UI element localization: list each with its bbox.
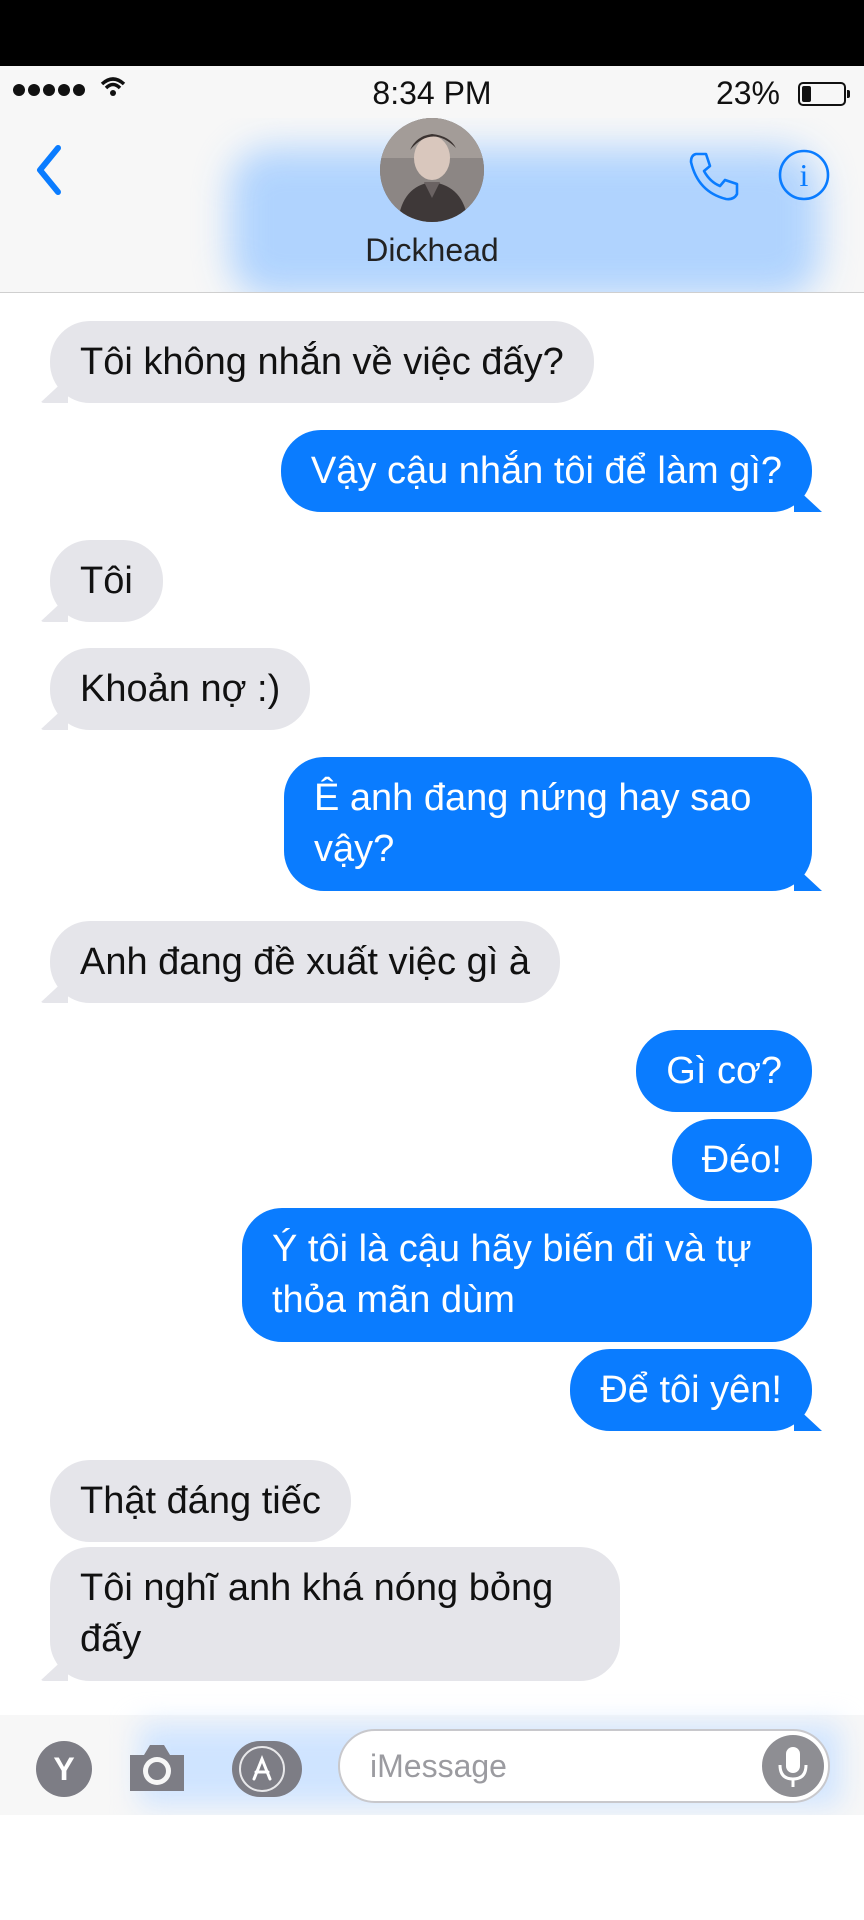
message-list[interactable]: Tôi không nhắn về việc đấy? Vậy cậu nhắn… [0, 293, 864, 1715]
message-line: đấy [80, 1618, 142, 1660]
message-bubble-sent[interactable]: Để tôi yên! [570, 1349, 812, 1431]
message-bubble-received[interactable]: Tôi nghĩ anh khá nóng bỏng đấy [50, 1547, 620, 1681]
message-bubble-received[interactable]: Anh đang đề xuất việc gì à [50, 921, 560, 1003]
message-input-placeholder: iMessage [370, 1748, 507, 1784]
status-bar: 8:34 PM 23% [0, 66, 864, 118]
bubble-tail [794, 865, 822, 891]
message-bubble-sent[interactable]: Ê anh đang nứng hay sao vậy? [284, 757, 812, 891]
message-bubble-sent[interactable]: Gì cơ? [636, 1030, 812, 1112]
message-bubble-sent[interactable]: Đéo! [671, 1119, 812, 1201]
message-bubble-received[interactable]: Tôi không nhắn về việc đấy? [50, 321, 594, 403]
avatar[interactable] [380, 118, 484, 222]
message-bubble-sent[interactable]: Vậy cậu nhắn tôi để làm gì? [280, 430, 812, 512]
bottom-area [0, 1815, 864, 1920]
conversation-header: Dickhead i [0, 118, 864, 293]
message-line: Ê anh đang nứng hay sao [314, 777, 752, 819]
message-bubble-received[interactable]: Thật đáng tiếc [50, 1460, 351, 1542]
svg-text:i: i [800, 157, 809, 193]
contact-name[interactable]: Dickhead [0, 232, 864, 269]
phone-icon[interactable] [686, 148, 742, 204]
battery-icon [798, 82, 850, 106]
top-black-bar [0, 0, 864, 66]
message-line: Tôi nghĩ anh khá nóng bỏng [80, 1567, 554, 1609]
chevron-left-icon[interactable] [30, 140, 70, 200]
compose-bar: Y iMessage [0, 1715, 864, 1815]
microphone-icon[interactable] [762, 1735, 824, 1797]
message-input[interactable]: iMessage [338, 1729, 830, 1803]
info-icon[interactable]: i [777, 148, 831, 202]
bubble-tail [794, 1405, 822, 1431]
camera-icon[interactable] [126, 1739, 188, 1795]
message-line: Ý tôi là cậu hãy biến đi và tự [272, 1228, 752, 1270]
y-app-button[interactable]: Y [36, 1741, 92, 1797]
message-bubble-received[interactable]: Khoản nợ :) [50, 648, 311, 730]
message-line: vậy? [314, 828, 395, 870]
app-store-icon[interactable] [232, 1741, 302, 1797]
message-line: thỏa mãn dùm [272, 1279, 515, 1321]
battery-percent: 23% [715, 75, 780, 111]
message-bubble-sent[interactable]: Ý tôi là cậu hãy biến đi và tự thỏa mãn … [242, 1208, 812, 1342]
